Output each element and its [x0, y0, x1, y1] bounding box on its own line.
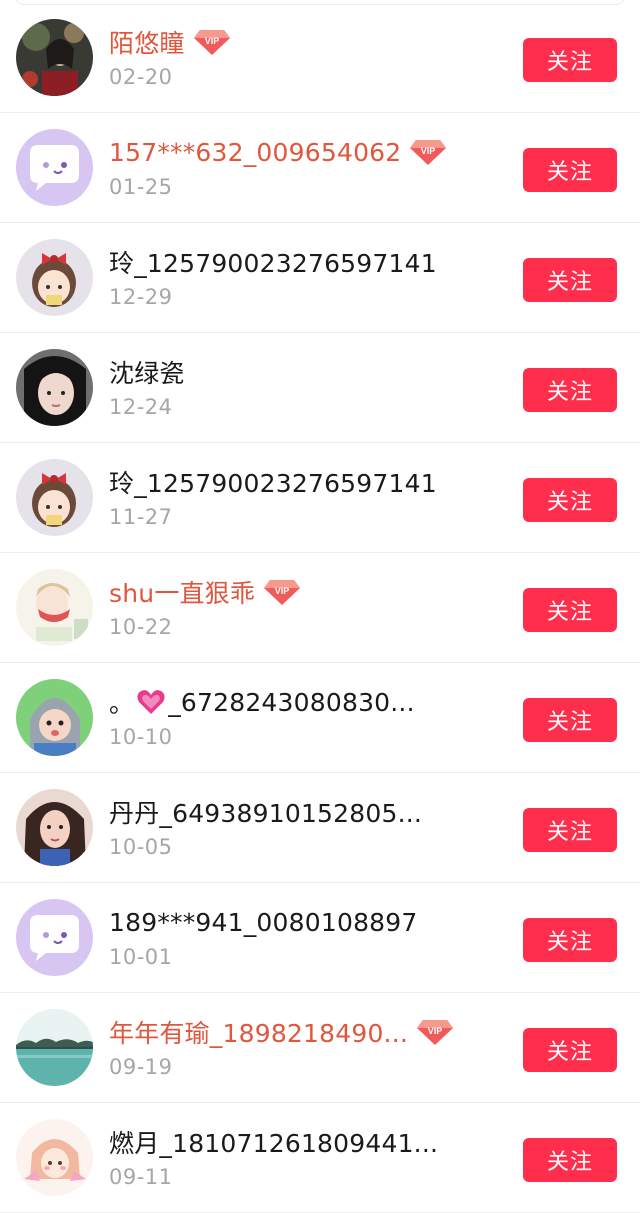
follow-date: 12-24	[109, 395, 173, 419]
follow-date: 11-27	[109, 505, 173, 529]
user-name[interactable]: 157***632_009654062	[109, 138, 401, 167]
list-item[interactable]: 157***632_009654062 VIP 01-25 关注	[0, 113, 640, 223]
vip-badge-icon: VIP	[263, 578, 301, 606]
follow-date: 10-01	[109, 945, 173, 969]
avatar[interactable]	[16, 789, 93, 866]
avatar[interactable]	[16, 1119, 93, 1196]
svg-text:VIP: VIP	[275, 586, 290, 596]
list-item[interactable]: 沈绿瓷 12-24 关注	[0, 333, 640, 443]
list-item[interactable]: 玲_125790023276597141 11-27 关注	[0, 443, 640, 553]
follow-date: 10-05	[109, 835, 173, 859]
follow-list: 陌悠瞳 VIP 02-20 关注 157***632_009654062 VIP…	[0, 3, 640, 1213]
user-name[interactable]: 189***941_0080108897	[109, 908, 418, 937]
avatar[interactable]	[16, 129, 93, 206]
user-name-prefix: 。	[109, 689, 135, 718]
follow-date: 09-11	[109, 1165, 173, 1189]
avatar[interactable]	[16, 239, 93, 316]
follow-date: 09-19	[109, 1055, 173, 1079]
list-item[interactable]: 。 _6728243080830... 10-10 关注	[0, 663, 640, 773]
follow-button[interactable]: 关注	[523, 1028, 617, 1072]
avatar[interactable]	[16, 569, 93, 646]
list-item[interactable]: 玲_125790023276597141 12-29 关注	[0, 223, 640, 333]
user-name[interactable]: 丹丹_64938910152805...	[109, 794, 422, 830]
user-name[interactable]: 沈绿瓷	[109, 354, 185, 390]
follow-button[interactable]: 关注	[523, 368, 617, 412]
follow-button[interactable]: 关注	[523, 588, 617, 632]
avatar[interactable]	[16, 19, 93, 96]
avatar[interactable]	[16, 1009, 93, 1086]
follow-button[interactable]: 关注	[523, 808, 617, 852]
follow-button[interactable]: 关注	[523, 918, 617, 962]
follow-button[interactable]: 关注	[523, 38, 617, 82]
svg-text:VIP: VIP	[428, 1026, 443, 1036]
follow-button[interactable]: 关注	[523, 698, 617, 742]
follow-date: 02-20	[109, 65, 173, 89]
vip-badge-icon: VIP	[193, 28, 231, 56]
follow-button[interactable]: 关注	[523, 478, 617, 522]
user-name[interactable]: shu一直狠乖	[109, 574, 255, 610]
vip-badge-icon: VIP	[416, 1018, 454, 1046]
list-item[interactable]: 189***941_0080108897 10-01 关注	[0, 883, 640, 993]
follow-button[interactable]: 关注	[523, 258, 617, 302]
user-name[interactable]: _6728243080830...	[168, 688, 415, 717]
user-name[interactable]: 年年有瑜_1898218490...	[109, 1014, 408, 1050]
avatar[interactable]	[16, 679, 93, 756]
list-item[interactable]: 年年有瑜_1898218490... VIP 09-19 关注	[0, 993, 640, 1103]
user-name[interactable]: 玲_125790023276597141	[109, 464, 437, 500]
user-name[interactable]: 陌悠瞳	[109, 24, 185, 60]
avatar[interactable]	[16, 459, 93, 536]
avatar[interactable]	[16, 899, 93, 976]
follow-button[interactable]: 关注	[523, 148, 617, 192]
follow-date: 10-22	[109, 615, 173, 639]
list-item[interactable]: 丹丹_64938910152805... 10-05 关注	[0, 773, 640, 883]
svg-text:VIP: VIP	[421, 146, 436, 156]
list-item[interactable]: 陌悠瞳 VIP 02-20 关注	[0, 3, 640, 113]
follow-date: 01-25	[109, 175, 173, 199]
avatar[interactable]	[16, 349, 93, 426]
vip-badge-icon: VIP	[409, 138, 447, 166]
list-item[interactable]: shu一直狠乖 VIP 10-22 关注	[0, 553, 640, 663]
list-item[interactable]: 燃月_181071261809441... 09-11 关注	[0, 1103, 640, 1213]
follow-date: 12-29	[109, 285, 173, 309]
user-name[interactable]: 燃月_181071261809441...	[109, 1124, 438, 1160]
user-name[interactable]: 玲_125790023276597141	[109, 244, 437, 280]
svg-text:VIP: VIP	[204, 36, 219, 46]
follow-button[interactable]: 关注	[523, 1138, 617, 1182]
heart-icon	[136, 689, 166, 715]
follow-date: 10-10	[109, 725, 173, 749]
